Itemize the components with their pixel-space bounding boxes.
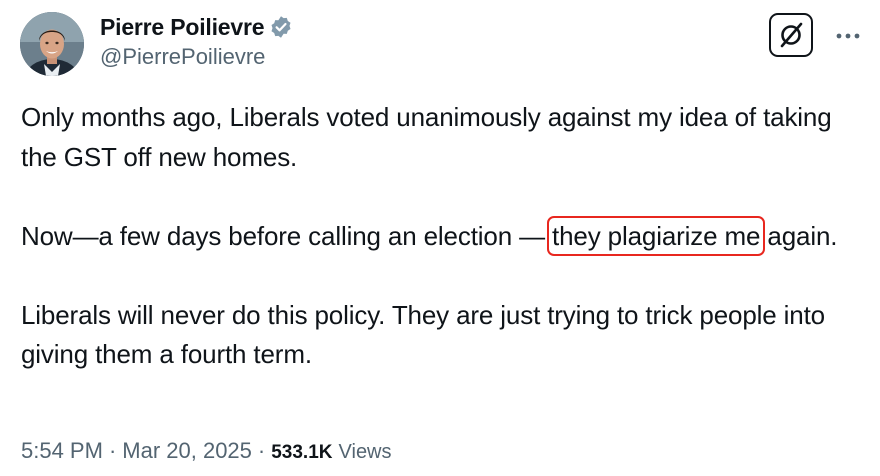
tweet-text-segment: Now—a few days before calling an electio…: [21, 220, 553, 251]
tweet-date[interactable]: Mar 20, 2025: [122, 438, 252, 464]
more-options-button[interactable]: [832, 20, 864, 52]
avatar[interactable]: [20, 12, 84, 76]
views-count: 533.1K: [271, 442, 333, 463]
grok-icon: [780, 22, 803, 48]
tweet-meta: 5:54 PM · Mar 20, 2025 · 533.1K Views: [21, 438, 392, 464]
tweet-paragraph: Liberals will never do this policy. They…: [21, 299, 825, 370]
author-name-row: Pierre Poilievre: [100, 12, 293, 42]
author-handle[interactable]: @PierrePoilievre: [100, 44, 265, 70]
meta-separator: ·: [257, 438, 266, 463]
tweet-text-segment: again.: [760, 220, 838, 251]
author-display-name[interactable]: Pierre Poilievre: [100, 14, 264, 41]
avatar-image: [20, 12, 84, 76]
tweet-paragraph: Now—a few days before calling an electio…: [21, 215, 871, 257]
tweet-paragraph: Only months ago, Liberals voted unanimou…: [21, 102, 832, 172]
grok-button[interactable]: [769, 13, 813, 57]
meta-separator: ·: [108, 438, 117, 463]
views-label: Views: [338, 441, 392, 463]
highlighted-phrase: they plagiarize me: [547, 215, 766, 256]
tweet-text: Only months ago, Liberals voted unanimou…: [21, 98, 871, 375]
more-horizontal-icon: [836, 33, 860, 39]
verified-badge-icon[interactable]: [269, 15, 293, 39]
tweet-time[interactable]: 5:54 PM: [21, 438, 103, 464]
